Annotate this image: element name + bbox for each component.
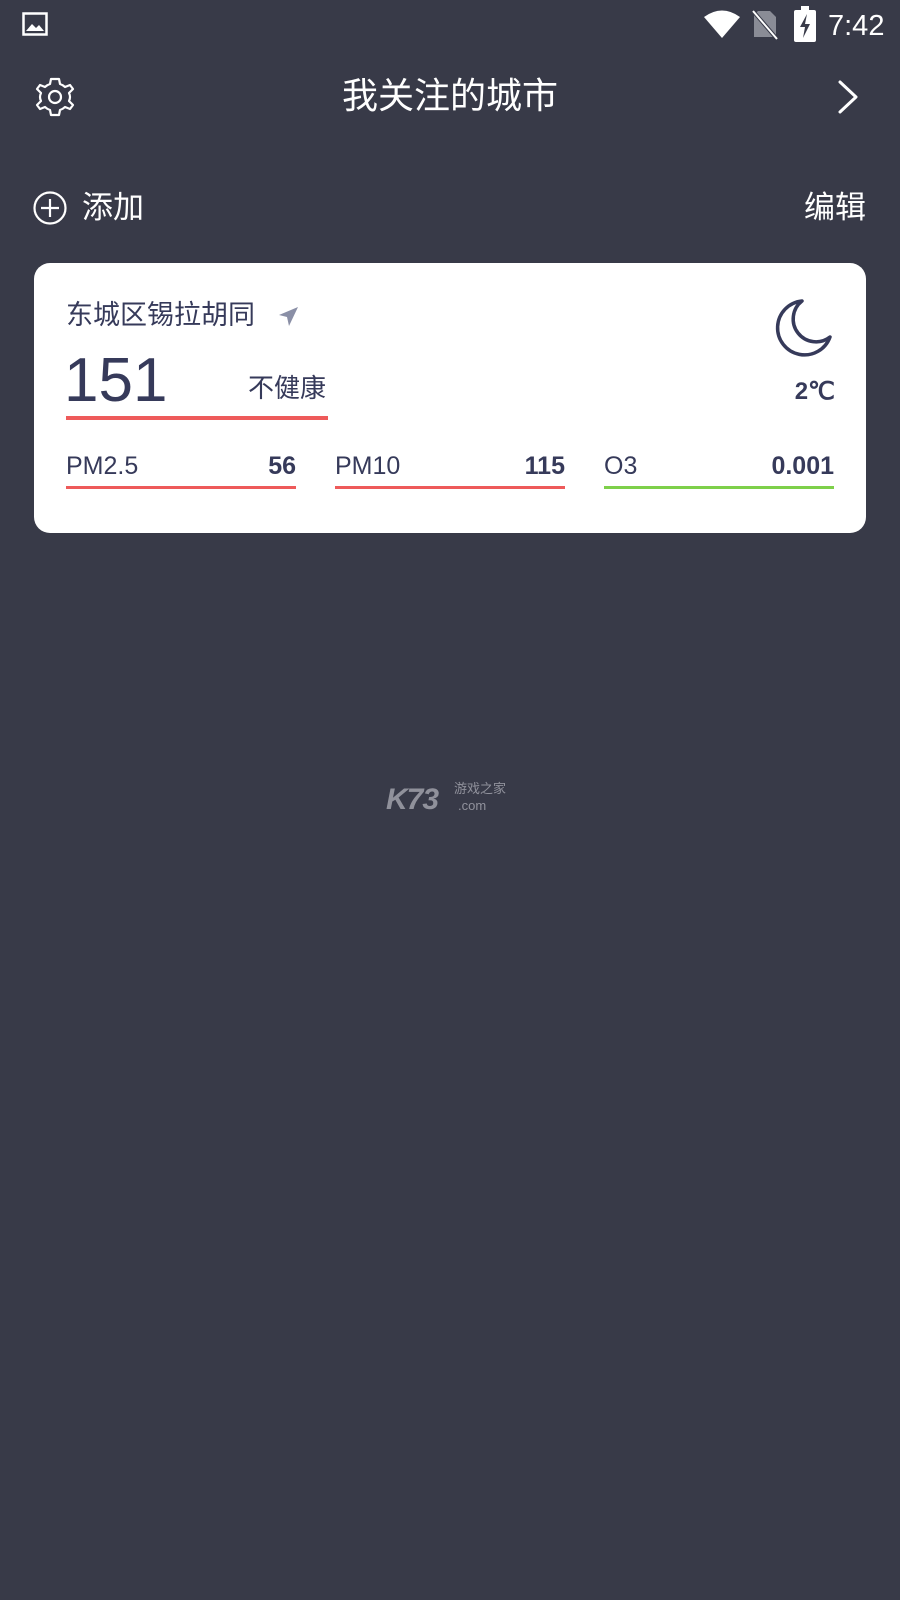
status-time: 7:42 (828, 10, 885, 42)
pollutant-label: PM2.5 (66, 452, 139, 480)
gallery-icon (22, 12, 48, 36)
pollutant-value: 56 (268, 452, 296, 480)
app-header: 我关注的城市 (0, 60, 900, 140)
watermark-logo: K73 游戏之家 .com (386, 782, 516, 818)
temperature: 2℃ (794, 378, 835, 405)
edit-button[interactable]: 编辑 (804, 186, 866, 230)
pollutant-value: 115 (524, 452, 565, 480)
watermark-cn: 游戏之家 (454, 782, 507, 797)
pollutant-bar (66, 486, 296, 489)
moon-icon (775, 299, 832, 357)
no-sim-icon (752, 9, 778, 40)
pollutant-bar (335, 486, 565, 489)
pollutant-label: PM10 (335, 452, 401, 480)
pollutant-value: 0.001 (771, 452, 834, 480)
status-bar: 7:42 (0, 0, 900, 52)
battery-charging-icon (794, 6, 816, 42)
city-name: 东城区锡拉胡同 (66, 300, 255, 331)
add-city-button[interactable]: 添加 (32, 186, 144, 230)
chevron-right-icon[interactable] (832, 78, 862, 116)
aqi-level: 不健康 (248, 374, 327, 404)
watermark-domain: .com (458, 798, 487, 813)
pollutant-o3: O3 0.001 (604, 449, 834, 489)
wifi-icon (704, 10, 740, 38)
page-title: 我关注的城市 (341, 76, 558, 117)
pollutant-pm25: PM2.5 56 (66, 449, 296, 489)
pollutant-label: O3 (604, 452, 638, 480)
pollutant-bar (604, 486, 834, 489)
plus-circle-icon (33, 191, 67, 225)
add-label: 添加 (82, 190, 144, 226)
city-card[interactable]: 东城区锡拉胡同 151 不健康 2℃ PM2.5 56 PM10 115 O3 … (34, 263, 866, 533)
pollutant-pm10: PM10 115 (335, 449, 565, 489)
watermark-brand: K73 (386, 783, 439, 816)
city-toolbar: 添加 编辑 (0, 180, 900, 236)
aqi-value: 151 (64, 346, 168, 415)
location-arrow-icon (279, 307, 298, 326)
aqi-bar (66, 416, 328, 420)
